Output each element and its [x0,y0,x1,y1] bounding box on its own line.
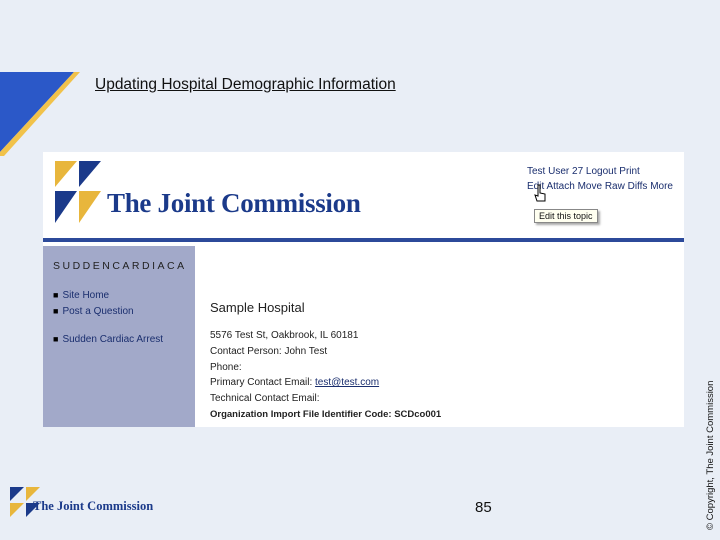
phone: Phone: [210,362,242,373]
footer-brand: The Joint Commission [33,499,154,513]
corner-logo-icon [0,72,80,156]
header-divider [43,238,684,242]
page-actions[interactable]: Edit Attach Move Raw Diffs More [527,181,673,192]
primary-email-link[interactable]: test@test.com [315,377,379,388]
tjc-logo-icon [55,161,101,223]
sidebar-item-label: Sudden Cardiac Arrest [62,334,164,345]
sidebar-item-site-home[interactable]: ■ Site Home [53,290,109,301]
website-screenshot: The Joint Commission Test User 27 Logout… [43,152,684,427]
copyright-notice: © Copyright, The Joint Commission [705,380,716,530]
tooltip: Edit this topic [534,209,598,223]
sidebar-item-post-question[interactable]: ■ Post a Question [53,306,134,317]
sidebar-item-sudden-cardiac-arrest[interactable]: ■ Sudden Cardiac Arrest [53,334,163,345]
primary-contact-email: Primary Contact Email: test@test.com [210,377,379,388]
contact-person: Contact Person: John Test [210,346,328,357]
sidebar-heading: SUDDENCARDIACA [53,260,187,272]
sidebar-item-label: Post a Question [62,306,134,317]
page-number: 85 [475,499,492,516]
primary-email-label: Primary Contact Email: [210,377,313,388]
hand-cursor-icon [534,184,546,202]
technical-contact-email: Technical Contact Email: [210,393,320,404]
sidebar: SUDDENCARDIACA ■ Site Home ■ Post a Questi… [43,246,195,427]
hospital-address: 5576 Test St, Oakbrook, IL 60181 [210,330,359,341]
site-brand: The Joint Commission [107,188,361,218]
slide-title: Updating Hospital Demographic Informatio… [95,76,396,93]
sidebar-item-label: Site Home [62,290,110,301]
organization-id: Organization Import File Identifier Code… [210,409,442,420]
hospital-name: Sample Hospital [210,300,305,315]
user-links[interactable]: Test User 27 Logout Print [527,166,640,177]
